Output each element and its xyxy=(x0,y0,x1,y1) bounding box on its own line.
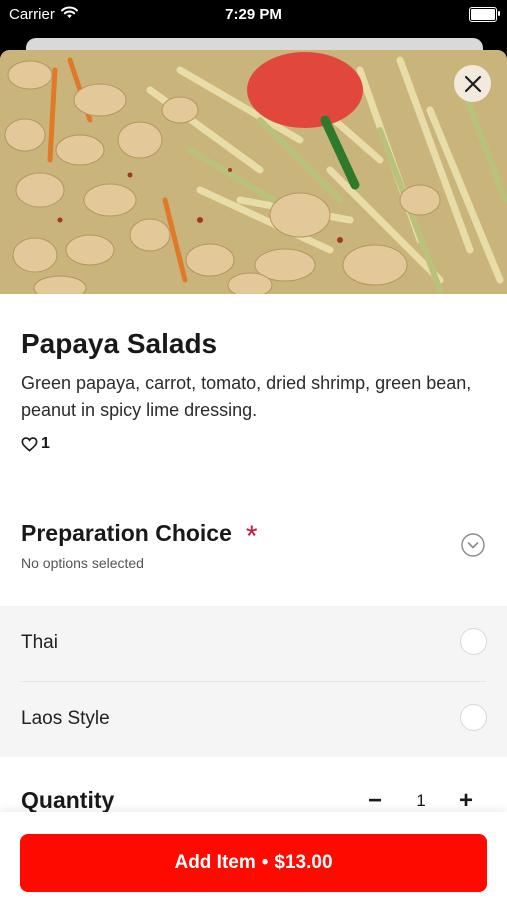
item-photo xyxy=(0,50,507,294)
option-thai[interactable]: Thai xyxy=(0,606,507,682)
add-item-separator: • xyxy=(261,852,269,873)
preparation-status: No options selected xyxy=(21,555,144,571)
like-count: 1 xyxy=(41,435,50,452)
close-button[interactable] xyxy=(454,65,491,102)
quantity-value: 1 xyxy=(416,791,426,810)
preparation-options: Thai Laos Style xyxy=(0,606,507,757)
option-label: Laos Style xyxy=(21,708,110,729)
papaya-salad-image xyxy=(0,50,507,294)
status-time: 7:29 PM xyxy=(225,6,282,23)
item-detail-sheet: Papaya Salads Green papaya, carrot, toma… xyxy=(0,50,507,900)
quantity-label: Quantity xyxy=(21,787,115,813)
item-description: Green papaya, carrot, tomato, dried shri… xyxy=(21,373,472,420)
status-bar: Carrier 7:29 PM xyxy=(0,0,507,34)
radio-button[interactable] xyxy=(460,628,487,655)
item-title: Papaya Salads xyxy=(21,328,218,359)
preparation-section-title: Preparation Choice * xyxy=(21,519,258,553)
preparation-title: Preparation Choice xyxy=(21,520,232,546)
option-laos-style[interactable]: Laos Style xyxy=(0,682,507,757)
radio-button[interactable] xyxy=(460,704,487,731)
like-button[interactable]: 1 xyxy=(21,435,50,453)
heart-icon xyxy=(21,436,38,452)
close-icon xyxy=(464,75,481,92)
required-mark: * xyxy=(245,519,258,553)
add-item-button[interactable]: Add Item • $13.00 xyxy=(20,834,487,892)
battery-icon xyxy=(469,7,500,22)
option-label: Thai xyxy=(21,632,58,653)
add-item-label: Add Item xyxy=(174,852,256,873)
bottom-action-bar: Add Item • $13.00 xyxy=(0,812,507,900)
chevron-down-icon[interactable] xyxy=(461,533,485,557)
minus-icon: − xyxy=(367,787,382,814)
plus-icon: + xyxy=(458,787,473,814)
add-item-price: $13.00 xyxy=(274,852,333,873)
